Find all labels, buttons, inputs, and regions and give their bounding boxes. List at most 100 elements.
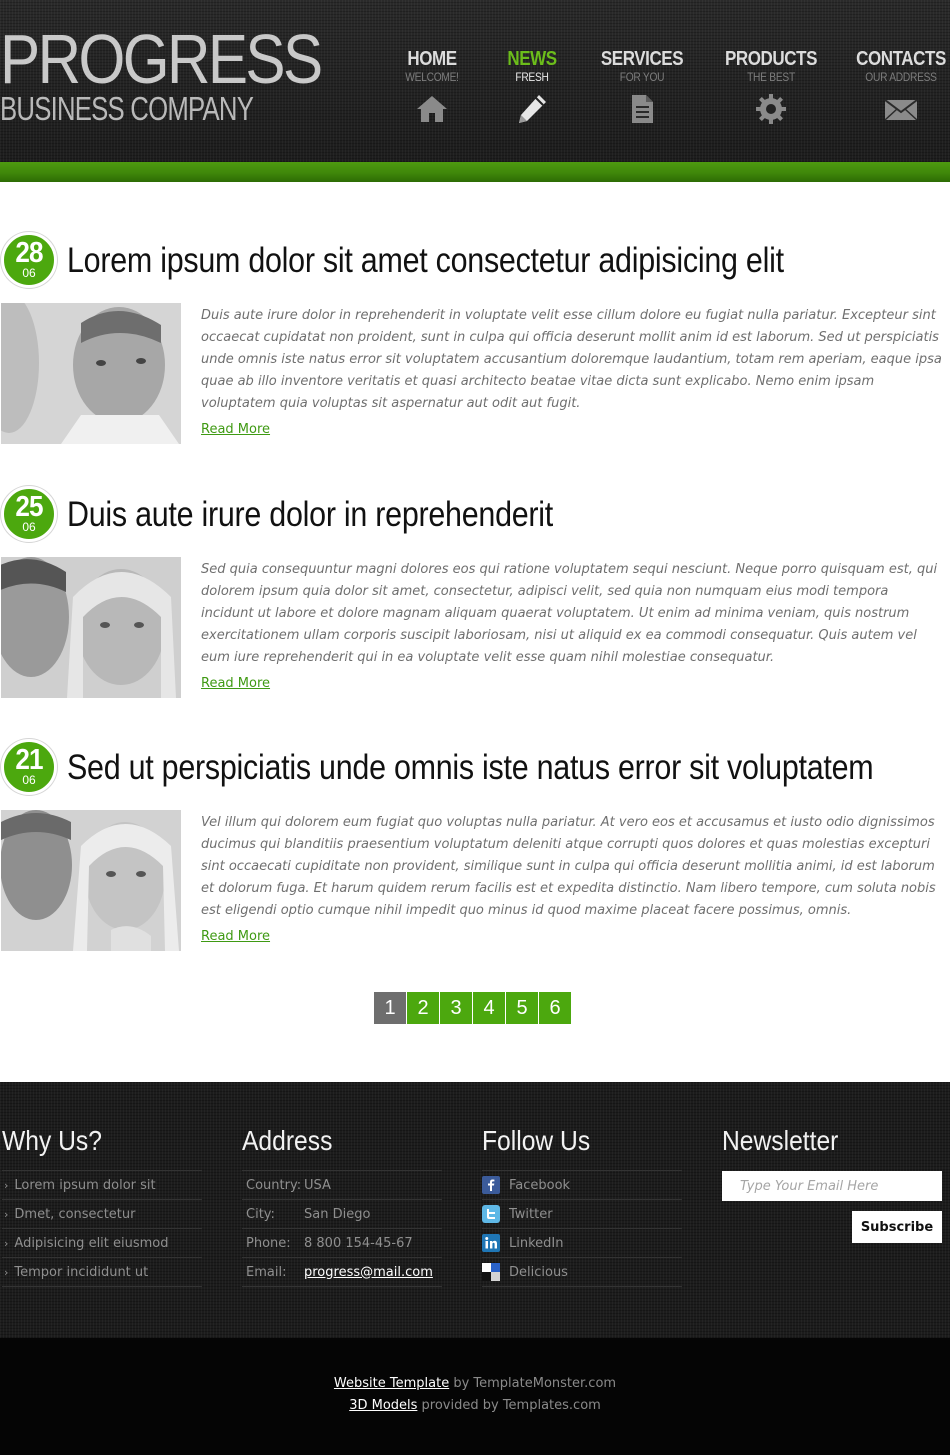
post-image [1, 810, 181, 951]
footer-list-item[interactable]: › Lorem ipsum dolor sit [2, 1171, 202, 1200]
nav-item-news[interactable]: NEWS FRESH [477, 48, 587, 126]
nav-item-contacts[interactable]: CONTACTS OUR ADDRESS [846, 48, 950, 126]
nav-item-services[interactable]: SERVICES FOR YOU [587, 48, 697, 126]
post-excerpt: Duis aute irure dolor in reprehenderit i… [201, 308, 942, 411]
3d-models-link[interactable]: 3D Models [349, 1398, 417, 1413]
footer-title: Why Us? [2, 1125, 102, 1156]
address-row: Country: USA [242, 1171, 442, 1200]
gear-icon [754, 92, 788, 126]
facebook-icon [482, 1176, 500, 1194]
chevron-right-icon: › [4, 1207, 9, 1221]
page-button-3[interactable]: 3 [440, 992, 472, 1024]
address-value: USA [304, 1177, 331, 1193]
social-label: Twitter [509, 1206, 553, 1222]
social-link-twitter[interactable]: Twitter [482, 1200, 682, 1229]
linkedin-icon [482, 1234, 500, 1252]
delicious-icon [482, 1263, 500, 1281]
footer-link[interactable]: Adipisicing elit eiusmod [14, 1229, 168, 1258]
read-more-link[interactable]: Read More [201, 676, 270, 691]
document-icon [625, 92, 659, 126]
post-image [1, 303, 181, 444]
nav-title: CONTACTS [856, 48, 946, 70]
footer-title: Address [242, 1125, 333, 1156]
credits-bar: Website Template by TemplateMonster.com … [0, 1338, 950, 1455]
date-badge: 28 06 [1, 232, 57, 288]
footer-why-us: Why Us? › Lorem ipsum dolor sit › Dmet, co… [2, 1124, 202, 1287]
nav-title: NEWS [507, 48, 557, 70]
address-row: City: San Diego [242, 1200, 442, 1229]
date-badge: 21 06 [1, 739, 57, 795]
address-row: Email: progress@mail.com [242, 1258, 442, 1287]
social-label: LinkedIn [509, 1235, 564, 1251]
nav-subtitle: OUR ADDRESS [865, 70, 937, 84]
address-key: Phone: [246, 1235, 291, 1251]
envelope-icon [884, 92, 918, 126]
footer-list-item[interactable]: › Adipisicing elit eiusmod [2, 1229, 202, 1258]
address-key: City: [246, 1206, 275, 1222]
page-button-5[interactable]: 5 [506, 992, 538, 1024]
chevron-right-icon: › [4, 1265, 9, 1279]
footer-list-item[interactable]: › Dmet, consectetur [2, 1200, 202, 1229]
footer-link[interactable]: Lorem ipsum dolor sit [14, 1171, 155, 1200]
address-list: Country: USA City: San Diego Phone: 8 800 1… [242, 1170, 442, 1287]
social-label: Facebook [509, 1177, 571, 1193]
social-link-linkedin[interactable]: LinkedIn [482, 1229, 682, 1258]
date-day: 28 [15, 237, 43, 269]
footer-link[interactable]: Dmet, consectetur [14, 1200, 135, 1229]
credits-text: by TemplateMonster.com [449, 1376, 617, 1391]
chevron-right-icon: › [4, 1178, 9, 1192]
site-header: PROGRESS BUSINESS COMPANY HOME WELCOME! … [0, 0, 950, 162]
footer-follow-us: Follow Us Facebook Twitter LinkedIn Deli… [482, 1124, 682, 1287]
footer-list: › Lorem ipsum dolor sit › Dmet, consectetu… [2, 1170, 202, 1287]
footer-newsletter: Newsletter [722, 1124, 922, 1158]
email-link[interactable]: progress@mail.com [304, 1258, 433, 1287]
read-more-link[interactable]: Read More [201, 929, 270, 944]
chevron-right-icon: › [4, 1236, 9, 1250]
footer-link[interactable]: Tempor incididunt ut [14, 1258, 148, 1287]
site-footer: Why Us? › Lorem ipsum dolor sit › Dmet, co… [0, 1082, 950, 1338]
address-key: Country: [246, 1177, 302, 1193]
nav-item-products[interactable]: PRODUCTS THE BEST [716, 48, 826, 126]
post-title[interactable]: Lorem ipsum dolor sit amet consectetur a… [67, 240, 784, 282]
newsletter-email-input[interactable] [722, 1171, 942, 1201]
address-key: Email: [246, 1264, 287, 1280]
footer-title: Follow Us [482, 1125, 591, 1156]
pencil-icon [515, 92, 549, 126]
credits-line: 3D Models provided by Templates.com [0, 1398, 950, 1413]
social-label: Delicious [509, 1264, 568, 1280]
credits-text: provided by Templates.com [417, 1398, 601, 1413]
social-link-facebook[interactable]: Facebook [482, 1171, 682, 1200]
nav-title: SERVICES [600, 48, 684, 70]
date-badge: 25 06 [1, 486, 57, 542]
nav-title: HOME [407, 48, 457, 70]
post-excerpt: Vel illum qui dolorem eum fugiat quo vol… [201, 815, 936, 918]
page-button-1[interactable]: 1 [374, 992, 406, 1024]
post-title[interactable]: Duis aute irure dolor in reprehenderit [67, 494, 553, 536]
post-image [1, 557, 181, 698]
page-button-4[interactable]: 4 [473, 992, 505, 1024]
social-list: Facebook Twitter LinkedIn Delicious [482, 1170, 682, 1287]
post-excerpt: Sed quia consequuntur magni dolores eos … [201, 562, 938, 665]
website-template-link[interactable]: Website Template [334, 1376, 449, 1391]
address-value: 8 800 154-45-67 [304, 1235, 413, 1251]
page-button-2[interactable]: 2 [407, 992, 439, 1024]
footer-address: Address Country: USA City: San Diego Phone… [242, 1124, 442, 1287]
post-title[interactable]: Sed ut perspiciatis unde omnis iste natu… [67, 747, 874, 789]
nav-subtitle: FRESH [515, 70, 549, 84]
home-icon [415, 92, 449, 126]
date-day: 25 [15, 491, 43, 523]
subscribe-button[interactable]: Subscribe [852, 1211, 942, 1243]
read-more-link[interactable]: Read More [201, 422, 270, 437]
page-button-6[interactable]: 6 [539, 992, 571, 1024]
footer-title: Newsletter [722, 1125, 839, 1156]
nav-subtitle: WELCOME! [405, 70, 459, 84]
footer-list-item[interactable]: › Tempor incididunt ut [2, 1258, 202, 1287]
nav-item-home[interactable]: HOME WELCOME! [377, 48, 487, 126]
nav-subtitle: FOR YOU [619, 70, 665, 84]
main-nav: HOME WELCOME! NEWS FRESH SERVICES FOR YO… [0, 48, 950, 138]
address-value: San Diego [304, 1206, 371, 1222]
twitter-icon [482, 1205, 500, 1223]
nav-subtitle: THE BEST [747, 70, 795, 84]
social-link-delicious[interactable]: Delicious [482, 1258, 682, 1287]
address-row: Phone: 8 800 154-45-67 [242, 1229, 442, 1258]
